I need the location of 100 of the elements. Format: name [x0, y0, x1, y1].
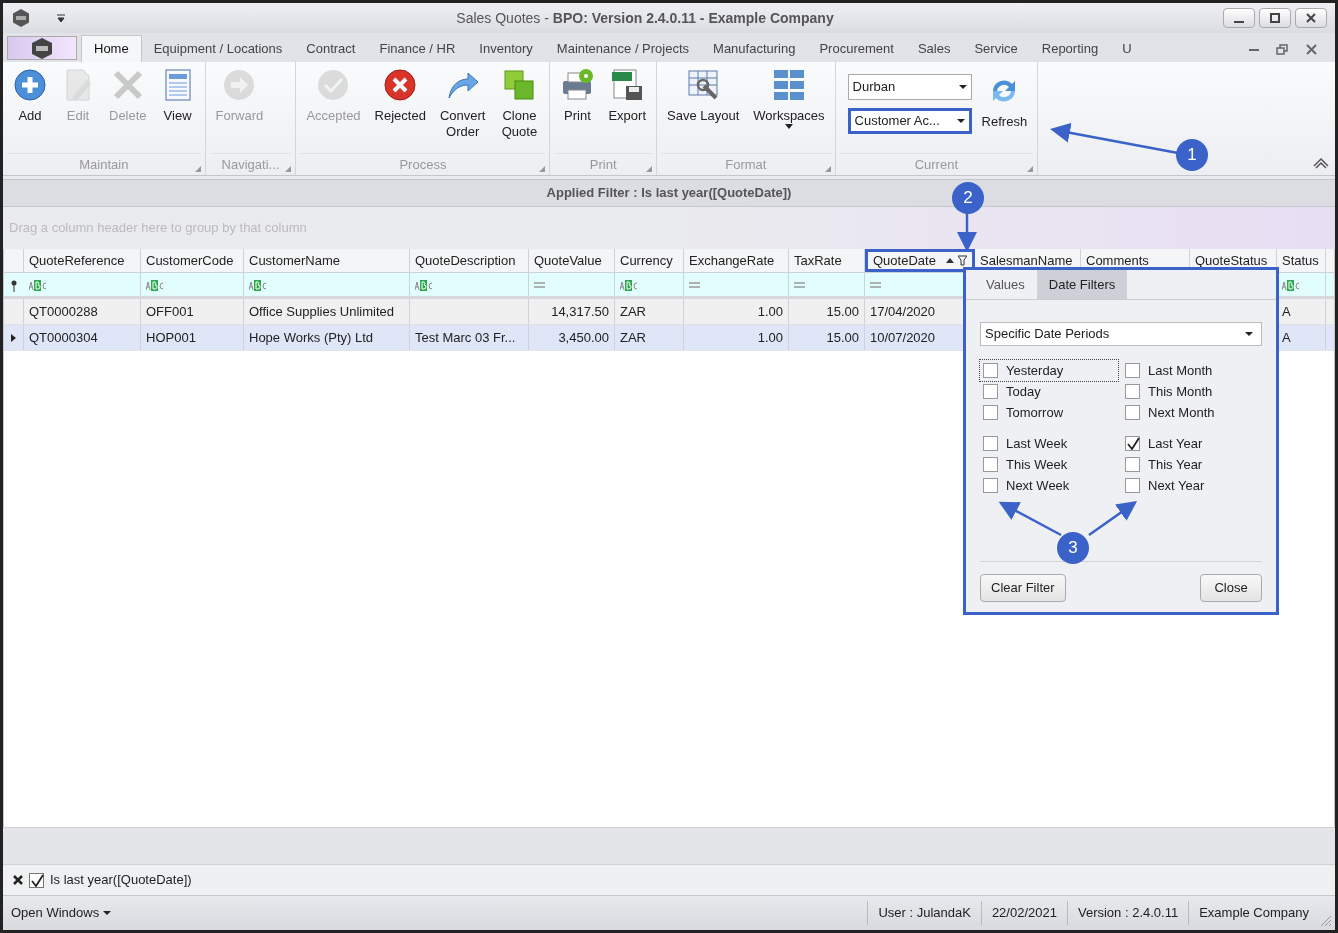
ribbon-tab[interactable]: U: [1110, 35, 1144, 62]
ribbon-tab[interactable]: Reporting: [1029, 35, 1111, 62]
dropdown[interactable]: Durban: [847, 74, 972, 100]
check-circle-icon: [316, 68, 351, 102]
equals-filter-icon: [794, 280, 805, 289]
date-period-checkbox[interactable]: Next Month: [1122, 402, 1242, 423]
ribbon-button[interactable]: View: [156, 66, 199, 124]
date-period-checkbox[interactable]: Next Year: [1122, 475, 1242, 496]
date-period-checkbox[interactable]: Yesterday: [980, 360, 1118, 381]
dialog-launcher-icon: [539, 166, 546, 172]
resize-grip-icon: [1319, 914, 1333, 928]
date-period-checkbox[interactable]: This Month: [1122, 381, 1242, 402]
ribbon-button[interactable]: Refresh: [977, 72, 1032, 130]
filter-checkbox[interactable]: [29, 872, 44, 888]
equals-filter-icon: [534, 280, 545, 289]
ribbon-button[interactable]: Rejected: [370, 66, 430, 124]
column-header[interactable]: ExchangeRate: [684, 249, 789, 272]
table-cell-text: Test Marc 03 Fr...: [415, 328, 516, 347]
checkmark-icon: [29, 873, 44, 887]
table-cell-text: 1.00: [757, 328, 783, 347]
caret-icon: [956, 119, 965, 123]
applied-filter-label: Applied Filter : Is last year([QuoteDate]): [546, 184, 792, 203]
date-period-checkbox[interactable]: Tomorrow: [980, 402, 1118, 423]
column-header[interactable]: CustomerCode: [141, 249, 244, 272]
table-cell-text: Hope Works (Pty) Ltd: [249, 328, 374, 347]
printer-icon: [560, 68, 595, 102]
ribbon-tab[interactable]: Equipment / Locations: [141, 35, 295, 62]
table-cell-text: 10/07/2020: [870, 328, 936, 347]
text-filter-icon: [146, 278, 164, 291]
table-cell-text: ZAR: [620, 302, 646, 321]
dropdown[interactable]: Customer Ac...: [847, 108, 972, 134]
ribbon-tab[interactable]: Finance / HR: [367, 35, 468, 62]
column-header[interactable]: QuoteDate: [865, 249, 975, 272]
popup-button[interactable]: Clear Filter: [980, 574, 1066, 602]
group-label: Format: [725, 155, 767, 174]
table-wrench-icon: [686, 68, 721, 102]
date-period-checkbox[interactable]: Today: [980, 381, 1118, 402]
checkmark-icon: [1125, 437, 1140, 450]
date-filter-mode-dropdown[interactable]: Specific Date Periods: [980, 322, 1262, 346]
clear-filter-button[interactable]: [13, 875, 23, 885]
ribbon-tab[interactable]: Procurement: [807, 35, 906, 62]
dialog-launcher-icon: [194, 166, 201, 172]
plus-circle-icon: [13, 68, 47, 102]
ribbon-button[interactable]: Add: [9, 66, 51, 124]
row-indicator-icon: [11, 333, 16, 342]
group-label: Current: [914, 155, 959, 174]
ribbon-tab[interactable]: Manufacturing: [701, 35, 808, 62]
open-windows-button[interactable]: Open Windows: [3, 903, 120, 923]
application-menu-button[interactable]: [7, 36, 77, 60]
ribbon-button[interactable]: Save Layout: [663, 66, 744, 124]
status-field: Example Company: [1188, 901, 1319, 925]
ribbon-tab[interactable]: Maintenance / Projects: [544, 35, 702, 62]
table-cell-text: A: [1282, 328, 1291, 347]
ribbon-button[interactable]: Clone Quote: [495, 66, 544, 140]
auto-filter-row-icon: [10, 280, 18, 292]
popup-tab[interactable]: Values: [974, 270, 1037, 299]
ribbon-tab[interactable]: Inventory: [467, 35, 545, 62]
date-period-checkbox[interactable]: Last Month: [1122, 360, 1242, 381]
table-cell-text: Office Supplies Unlimited: [249, 302, 394, 321]
date-period-checkbox[interactable]: Last Week: [980, 433, 1118, 454]
maximize-button[interactable]: [1259, 8, 1291, 28]
date-period-checkbox[interactable]: Last Year: [1122, 433, 1242, 454]
text-filter-icon: [249, 278, 267, 291]
close-icon: [13, 875, 23, 885]
date-period-checkbox[interactable]: Next Week: [980, 475, 1118, 496]
callout-arrow: [957, 213, 977, 252]
column-header[interactable]: QuoteReference: [24, 249, 141, 272]
popup-button[interactable]: Close: [1200, 574, 1262, 602]
group-label: Print: [589, 155, 617, 174]
column-header[interactable]: Currency: [615, 249, 684, 272]
filter-text: Is last year([QuoteDate]): [50, 871, 192, 890]
table-cell-text: 17/04/2020: [870, 302, 936, 321]
ribbon-button[interactable]: Export: [604, 66, 650, 124]
caret-icon: [103, 911, 112, 915]
minimize-button[interactable]: [1223, 8, 1255, 28]
column-header[interactable]: QuoteDescription: [410, 249, 529, 272]
date-period-checkbox[interactable]: This Year: [1122, 454, 1242, 475]
table-cell-text: 3,450.00: [558, 328, 609, 347]
ribbon-button[interactable]: Convert Order: [435, 66, 490, 140]
table-cell-text: 15.00: [826, 302, 859, 321]
text-filter-icon: [1282, 278, 1300, 291]
ribbon-tab[interactable]: Contract: [294, 35, 368, 62]
date-period-checkbox[interactable]: This Week: [980, 454, 1118, 475]
column-header[interactable]: CustomerName: [244, 249, 410, 272]
ribbon-button[interactable]: Workspaces: [749, 66, 829, 129]
ribbon-tab[interactable]: Home: [81, 35, 142, 62]
popup-tab[interactable]: Date Filters: [1036, 270, 1128, 299]
table-cell-text: HOP001: [146, 328, 196, 347]
dialog-launcher-icon: [285, 166, 292, 172]
caret-icon: [958, 85, 967, 89]
ribbon-tab[interactable]: Service: [962, 35, 1030, 62]
overlapping-squares-icon: [502, 68, 537, 102]
column-header[interactable]: TaxRate: [789, 249, 865, 272]
text-filter-icon: [415, 278, 433, 291]
column-header[interactable]: QuoteValue: [529, 249, 615, 272]
close-button[interactable]: [1295, 8, 1327, 28]
mdi-close-icon: [1305, 43, 1319, 56]
callout-arrow: [998, 501, 1062, 537]
ribbon-button[interactable]: Print: [556, 66, 599, 124]
ribbon-tab[interactable]: Sales: [905, 35, 963, 62]
